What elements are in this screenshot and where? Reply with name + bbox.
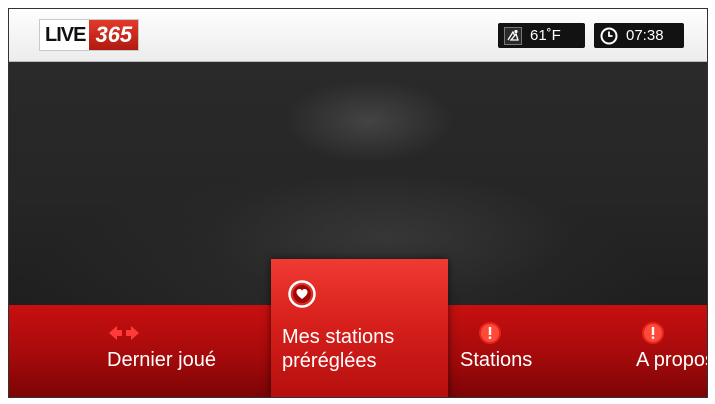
app-screen: LIVE 365 61˚F 07:38 Dernier joué Mes sta… xyxy=(8,8,708,398)
logo-live-text: LIVE xyxy=(40,20,90,50)
menu-item-presets-label: Mes stations préréglées xyxy=(282,326,395,372)
menu-item-presets[interactable]: Mes stations préréglées xyxy=(271,259,448,397)
live365-logo: LIVE 365 xyxy=(39,19,140,51)
logo-number-text: 365 xyxy=(89,20,139,50)
weather-status: 61˚F xyxy=(498,23,585,48)
info-icon xyxy=(641,321,665,345)
menu-item-stations[interactable]: Stations xyxy=(448,305,598,397)
time-text: 07:38 xyxy=(626,27,664,44)
arrows-left-right-icon xyxy=(107,321,139,345)
menu-item-about[interactable]: A propos xyxy=(598,305,708,397)
tv-frame: LIVE 365 61˚F 07:38 Dernier joué Mes sta… xyxy=(0,0,715,404)
menu-item-recent[interactable]: Dernier joué xyxy=(9,305,271,397)
menu-item-stations-label: Stations xyxy=(460,349,533,371)
clock-icon xyxy=(600,27,618,45)
temperature-text: 61˚F xyxy=(530,27,561,44)
header-bar: LIVE 365 61˚F 07:38 xyxy=(9,9,707,62)
clock-status: 07:38 xyxy=(594,23,684,48)
menu-item-about-label: A propos xyxy=(636,349,708,371)
menu-item-recent-label: Dernier joué xyxy=(107,349,216,371)
info-icon xyxy=(478,321,502,345)
heart-icon xyxy=(287,279,317,309)
weather-icon xyxy=(504,26,522,45)
